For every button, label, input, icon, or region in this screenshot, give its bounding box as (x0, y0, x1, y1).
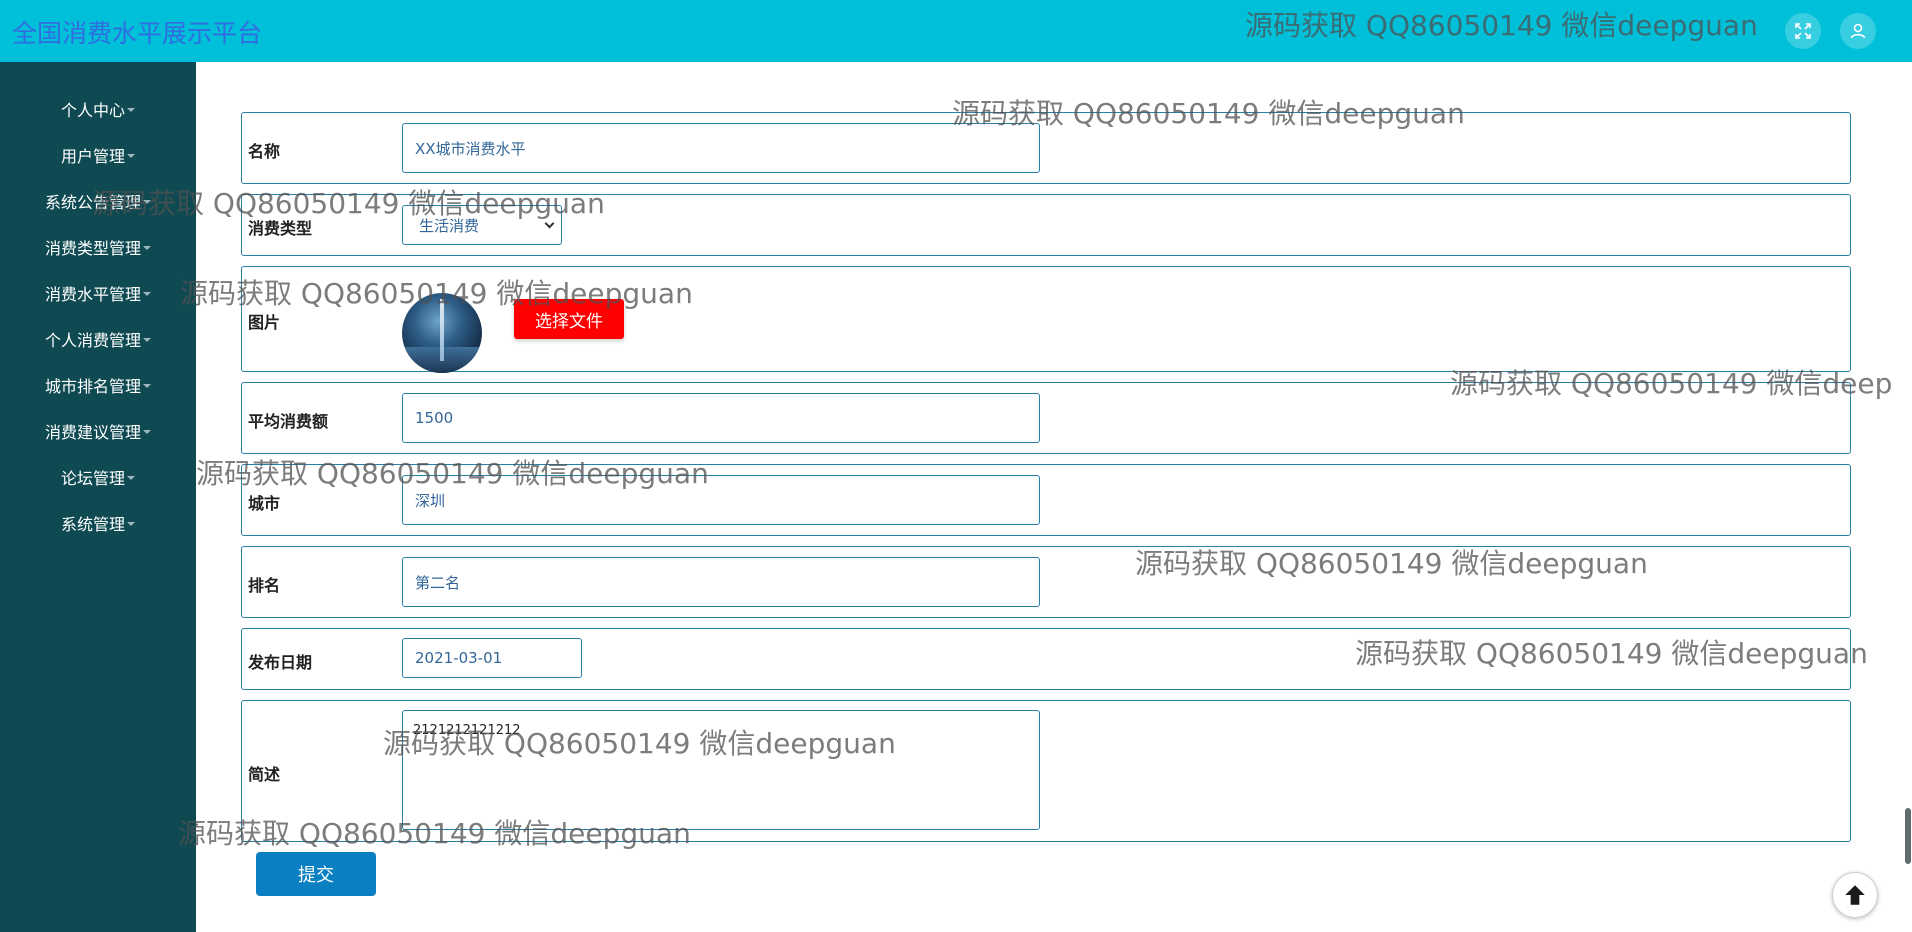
form-row-rank: 排名 (241, 546, 1851, 618)
caret-down-icon (127, 522, 135, 526)
choose-file-button[interactable]: 选择文件 (514, 299, 624, 339)
desc-textarea[interactable]: 2121212121212 (402, 710, 1040, 830)
avg-label: 平均消费额 (248, 412, 329, 431)
date-label: 发布日期 (248, 653, 313, 672)
sidebar-item-label: 消费水平管理 (44, 285, 141, 304)
sidebar-item-label: 系统管理 (60, 515, 125, 534)
caret-down-icon (143, 292, 151, 296)
sidebar-item-user-management[interactable]: 用户管理 (0, 138, 196, 172)
form-row-date: 发布日期 2021-03-01 (241, 628, 1851, 690)
sidebar-item-label: 消费类型管理 (44, 239, 141, 258)
name-input[interactable] (402, 123, 1040, 173)
name-label: 名称 (248, 142, 281, 161)
chevron-down-icon (544, 218, 555, 229)
thumbnail-spire (440, 299, 444, 361)
caret-down-icon (127, 108, 135, 112)
sidebar-item-announcement-management[interactable]: 系统公告管理 (0, 184, 196, 218)
sidebar-item-forum-management[interactable]: 论坛管理 (0, 460, 196, 494)
image-thumbnail (402, 293, 482, 373)
sidebar-item-consumption-type-management[interactable]: 消费类型管理 (0, 230, 196, 264)
sidebar-item-label: 个人中心 (60, 101, 125, 120)
form-row-image: 图片 选择文件 (241, 266, 1851, 373)
type-label: 消费类型 (248, 219, 313, 238)
type-select[interactable]: 生活消费 (402, 205, 562, 245)
arrow-up-icon (1845, 885, 1865, 905)
form-row-city: 城市 (241, 464, 1851, 536)
caret-down-icon (143, 384, 151, 388)
date-input[interactable]: 2021-03-01 (402, 638, 582, 678)
back-to-top-button[interactable] (1832, 872, 1878, 918)
caret-down-icon (127, 476, 135, 480)
desc-label: 简述 (248, 765, 281, 784)
caret-down-icon (143, 430, 151, 434)
sidebar-item-label: 城市排名管理 (44, 377, 141, 396)
sidebar-item-system-management[interactable]: 系统管理 (0, 506, 196, 540)
caret-down-icon (143, 338, 151, 342)
form-row-type: 消费类型 生活消费 (241, 194, 1851, 256)
caret-down-icon (143, 246, 151, 250)
sidebar-item-consumption-advice-management[interactable]: 消费建议管理 (0, 414, 196, 448)
city-input[interactable] (402, 475, 1040, 525)
rank-label: 排名 (248, 576, 281, 595)
image-label: 图片 (248, 313, 281, 332)
city-label: 城市 (248, 494, 281, 513)
avg-input[interactable] (402, 393, 1040, 443)
form-row-desc: 简述 2121212121212 (241, 700, 1851, 842)
submit-button[interactable]: 提交 (256, 852, 376, 896)
main-content: 名称 消费类型 生活消费 图片 选择文件 平均消费额 城市 排名 发布日期 20… (196, 62, 1912, 932)
form-row-avg: 平均消费额 (241, 382, 1851, 454)
sidebar-item-label: 论坛管理 (60, 469, 125, 488)
form-row-name: 名称 (241, 112, 1851, 184)
sidebar-item-label: 个人消费管理 (44, 331, 141, 350)
sidebar-item-label: 系统公告管理 (44, 193, 141, 212)
sidebar-item-city-ranking-management[interactable]: 城市排名管理 (0, 368, 196, 402)
top-header: 全国消费水平展示平台 (0, 0, 1912, 62)
rank-input[interactable] (402, 557, 1040, 607)
sidebar-item-personal-center[interactable]: 个人中心 (0, 92, 196, 126)
fullscreen-icon[interactable] (1785, 13, 1821, 49)
app-title: 全国消费水平展示平台 (12, 19, 263, 48)
sidebar-item-personal-consumption-management[interactable]: 个人消费管理 (0, 322, 196, 356)
sidebar-item-label: 消费建议管理 (44, 423, 141, 442)
sidebar-item-consumption-level-management[interactable]: 消费水平管理 (0, 276, 196, 310)
sidebar: 个人中心 用户管理 系统公告管理 消费类型管理 消费水平管理 个人消费管理 城市… (0, 62, 196, 932)
caret-down-icon (127, 154, 135, 158)
user-icon[interactable] (1840, 13, 1876, 49)
caret-down-icon (143, 200, 151, 204)
type-select-value: 生活消费 (419, 216, 480, 235)
sidebar-item-label: 用户管理 (60, 147, 125, 166)
scrollbar-thumb[interactable] (1905, 808, 1911, 864)
